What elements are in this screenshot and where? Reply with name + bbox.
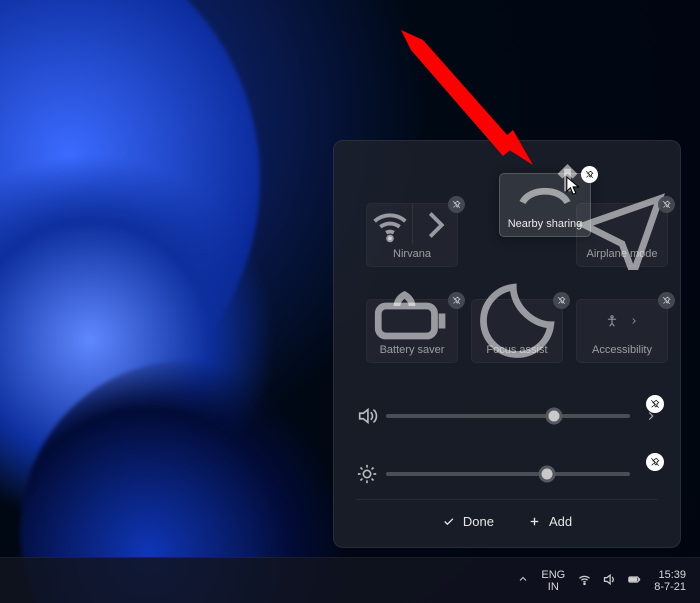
volume-icon	[602, 572, 617, 590]
panel-footer: Done Add	[356, 499, 658, 535]
unpin-button[interactable]	[448, 292, 465, 309]
quick-tiles-grid: Nirvana Nearby sharing Airplane mode	[356, 163, 658, 383]
quick-settings-panel: Nirvana Nearby sharing Airplane mode	[333, 140, 681, 548]
brightness-slider[interactable]	[356, 459, 658, 489]
tile-battery-saver[interactable]: Battery saver	[366, 299, 458, 363]
wifi-icon	[577, 572, 592, 590]
airplane-icon	[577, 214, 667, 236]
unpin-button[interactable]	[448, 196, 465, 213]
unpin-button[interactable]	[646, 453, 664, 471]
battery-icon	[627, 572, 642, 590]
taskbar: ENG IN 15:39 8-7-21	[0, 557, 700, 603]
done-button[interactable]: Done	[442, 514, 494, 529]
brightness-thumb[interactable]	[539, 466, 556, 483]
date: 8-7-21	[654, 581, 686, 593]
battery-saver-icon	[367, 310, 457, 332]
tile-accessibility[interactable]: Accessibility	[576, 299, 668, 363]
wifi-icon	[367, 214, 413, 236]
done-label: Done	[463, 514, 494, 529]
tile-focus-assist[interactable]: Focus assist	[471, 299, 563, 363]
volume-track[interactable]	[386, 414, 630, 418]
focus-assist-icon	[472, 310, 562, 332]
volume-thumb[interactable]	[546, 408, 563, 425]
unpin-button[interactable]	[553, 292, 570, 309]
brightness-icon	[356, 463, 378, 485]
tile-wifi[interactable]: Nirvana	[366, 203, 458, 267]
tray-overflow-button[interactable]	[517, 573, 529, 588]
volume-slider[interactable]	[356, 401, 658, 431]
lang-bottom: IN	[541, 581, 565, 593]
unpin-button[interactable]	[658, 292, 675, 309]
time: 15:39	[654, 569, 686, 581]
volume-icon	[356, 405, 378, 427]
accessibility-icon	[577, 310, 667, 332]
tile-wifi-label: Nirvana	[393, 248, 431, 260]
brightness-track[interactable]	[386, 472, 630, 476]
unpin-button[interactable]	[658, 196, 675, 213]
tile-access-label: Accessibility	[592, 344, 652, 356]
add-button[interactable]: Add	[528, 514, 572, 529]
chevron-right-icon	[413, 214, 459, 236]
add-label: Add	[549, 514, 572, 529]
lang-top: ENG	[541, 569, 565, 581]
language-indicator[interactable]: ENG IN	[541, 569, 565, 593]
tile-airplane-mode[interactable]: Airplane mode	[576, 203, 668, 267]
clock[interactable]: 15:39 8-7-21	[654, 569, 690, 593]
system-tray[interactable]	[577, 572, 642, 590]
unpin-button[interactable]	[646, 395, 664, 413]
